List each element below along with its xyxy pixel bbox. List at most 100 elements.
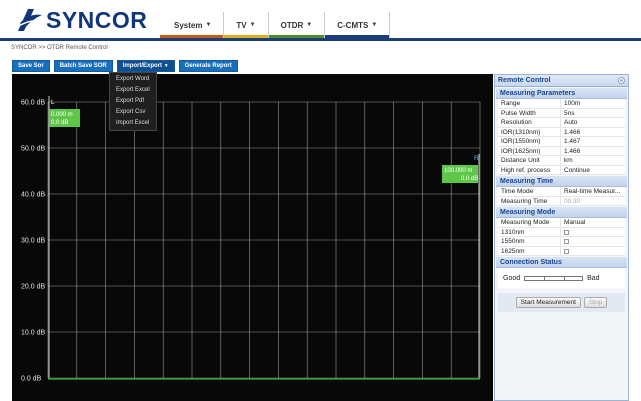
marker-l-loss: 0.0 dB (51, 120, 68, 126)
section-measuring-time: Measuring Time (496, 176, 627, 187)
wavelength-row[interactable]: 1310nm (498, 227, 625, 237)
wavelength-1550-checkbox[interactable] (564, 239, 569, 244)
param-key: Measuring Mode (498, 218, 561, 227)
breadcrumb: SYNCOR >> OTDR Remote Control (11, 45, 108, 51)
param-key: IOR(1310nm) (498, 127, 561, 136)
measurement-actions: Start Measurement Stop (498, 293, 625, 312)
param-key: Pulse Width (498, 108, 561, 117)
param-row[interactable]: Pulse Width 5ns (498, 108, 625, 118)
param-row[interactable]: Measuring Time 00:30 (498, 196, 625, 206)
syncor-logo[interactable]: SYNCOR (14, 6, 147, 34)
caret-down-icon: ▼ (205, 22, 212, 28)
nav-c-cmts-label: C-CMTS (337, 20, 369, 30)
measuring-mode-value[interactable]: Manual (561, 218, 625, 227)
param-key: Range (498, 99, 561, 108)
nav-system[interactable]: System ▼ (160, 12, 225, 38)
param-value[interactable]: 1.466 (561, 128, 625, 137)
y-tick-label: 40.0 dB (21, 192, 45, 199)
measuring-parameters-table: Range 100m Pulse Width 5ns Resolution Auto … (498, 99, 625, 175)
wavelength-row[interactable]: 1550nm (498, 237, 625, 247)
collapse-icon[interactable]: « (618, 77, 625, 84)
time-mode-value[interactable]: Real-time Measur... (561, 187, 625, 196)
connection-bar-tick (544, 275, 546, 281)
nav-tv-label: TV (236, 20, 247, 30)
section-measuring-parameters: Measuring Parameters (496, 88, 627, 99)
main-nav: System ▼ TV ▼ OTDR ▼ C-CMTS ▼ (160, 12, 391, 38)
measuring-time-value[interactable]: 00:30 (561, 197, 625, 206)
param-key: Resolution (498, 118, 561, 127)
marker-r-label: R (474, 155, 479, 162)
panel-title-text: Remote Control (498, 77, 551, 84)
nav-tv[interactable]: TV ▼ (224, 12, 269, 38)
connection-good-label: Good (503, 274, 521, 282)
caret-down-icon: ▼ (306, 22, 313, 28)
trace-chart: 60.0 dB 50.0 dB 40.0 dB 30.0 dB 20.0 dB 10.0 … (21, 96, 481, 383)
param-value[interactable]: 1.467 (561, 137, 625, 146)
generate-report-button[interactable]: Generate Report (178, 60, 238, 72)
remote-control-panel: Remote Control « Measuring Parameters Ra… (494, 74, 629, 401)
brand-name: SYNCOR (46, 6, 148, 33)
start-measurement-button[interactable]: Start Measurement (515, 297, 581, 308)
param-row[interactable]: Resolution Auto (498, 118, 625, 128)
param-key: Time Mode (498, 187, 561, 196)
menu-export-excel[interactable]: Export Excel (110, 85, 156, 96)
nav-otdr-label: OTDR (280, 20, 304, 30)
wavelength-row[interactable]: 1625nm (498, 246, 625, 256)
stop-button[interactable]: Stop (583, 297, 608, 308)
param-row[interactable]: Range 100m (498, 99, 625, 109)
y-tick-label: 60.0 dB (21, 100, 45, 107)
connection-bad-label: Bad (587, 274, 600, 282)
connection-quality-bar (524, 275, 584, 281)
header-divider (0, 38, 641, 41)
nav-c-cmts[interactable]: C-CMTS ▼ (325, 12, 391, 38)
menu-export-word[interactable]: Export Word (110, 74, 156, 85)
y-tick-label: 20.0 dB (21, 284, 45, 291)
param-row[interactable]: Distance Unit km (498, 156, 625, 166)
wavelength-label: 1550nm (498, 237, 561, 246)
param-value[interactable]: 100m (561, 99, 625, 108)
param-row[interactable]: IOR(1310nm) 1.466 (498, 127, 625, 137)
param-row[interactable]: Measuring Mode Manual (498, 218, 625, 228)
toolbar: Save Sor Batch Save SOR Import/Export ▼ … (12, 60, 238, 72)
menu-export-pdf[interactable]: Export Pdf (110, 96, 156, 107)
y-tick-label: 10.0 dB (21, 330, 45, 337)
menu-export-csv[interactable]: Export Csv (110, 107, 156, 118)
measuring-mode-table: Measuring Mode Manual 1310nm 1550nm 1625n… (498, 218, 625, 256)
param-value[interactable]: km (561, 156, 625, 165)
app-header: SYNCOR System ▼ TV ▼ OTDR ▼ C-CMTS ▼ (0, 0, 641, 38)
wavelength-1625-checkbox[interactable] (564, 248, 569, 254)
param-value[interactable]: Continue (561, 166, 625, 175)
param-row[interactable]: High ref. process Continue (498, 165, 625, 175)
param-value[interactable]: 1.466 (561, 147, 625, 156)
y-tick-label: 30.0 dB (21, 238, 45, 245)
param-value[interactable]: Auto (561, 118, 625, 127)
marker-l-distance: 0.000 m (51, 112, 73, 118)
marker-r-loss: 0.0 dB (461, 176, 478, 182)
wavelength-label: 1310nm (498, 227, 561, 236)
param-value[interactable]: 5ns (561, 109, 625, 118)
import-export-menu: Export Word Export Excel Export Pdf Expo… (109, 72, 157, 131)
marker-l-label: L (51, 99, 55, 106)
connection-bar-tick (564, 275, 566, 281)
nav-otdr[interactable]: OTDR ▼ (268, 12, 326, 38)
param-key: IOR(1550nm) (498, 137, 561, 146)
wavelength-label: 1625nm (498, 246, 561, 255)
section-connection-status: Connection Status (496, 257, 627, 268)
batch-save-sor-button[interactable]: Batch Save SOR (53, 60, 113, 72)
import-export-button[interactable]: Import/Export ▼ (116, 60, 175, 72)
save-sor-button[interactable]: Save Sor (12, 60, 50, 72)
otdr-trace-plot[interactable]: 60.0 dB 50.0 dB 40.0 dB 30.0 dB 20.0 dB 10.0 … (12, 74, 493, 401)
wavelength-1310-checkbox[interactable] (564, 229, 569, 235)
param-row[interactable]: Time Mode Real-time Measur... (498, 187, 625, 197)
param-key: IOR(1625nm) (498, 146, 561, 155)
menu-import-excel[interactable]: Import Excel (110, 118, 156, 129)
nav-system-label: System (174, 20, 203, 30)
connection-status-meter: Good Bad (498, 268, 625, 288)
syncor-logo-mark-icon (16, 9, 42, 31)
param-row[interactable]: IOR(1550nm) 1.467 (498, 137, 625, 147)
caret-down-icon: ▼ (371, 22, 378, 28)
import-export-label: Import/Export (122, 63, 163, 69)
y-tick-label: 0.0 dB (21, 376, 42, 383)
param-row[interactable]: IOR(1625nm) 1.466 (498, 146, 625, 156)
param-key: Measuring Time (498, 196, 561, 205)
